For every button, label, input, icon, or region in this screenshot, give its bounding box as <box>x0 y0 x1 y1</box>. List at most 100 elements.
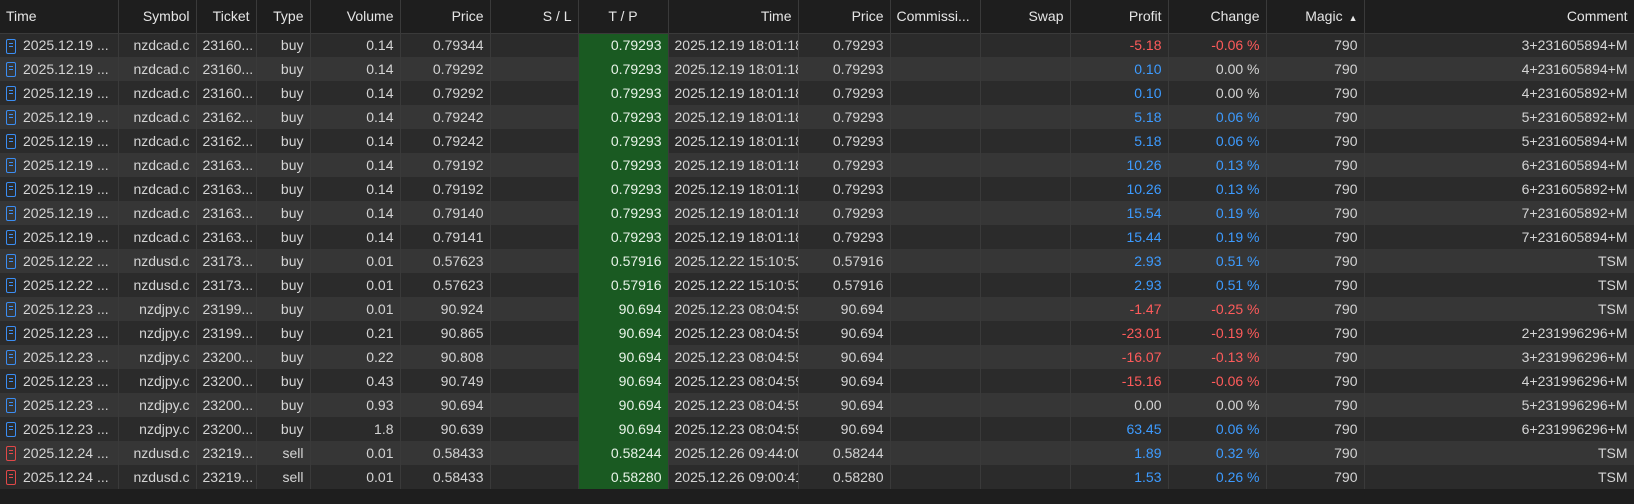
cell-swap <box>980 321 1071 345</box>
cell-close-price-value: 0.58280 <box>832 469 884 485</box>
cell-tp: 0.79293 <box>578 153 669 177</box>
cell-symbol-value: nzdcad.c <box>133 109 190 125</box>
table-row[interactable]: 2025.12.19 ... nzdcad.c 23163... buy 0.14 0.7… <box>0 201 1634 225</box>
table-row[interactable]: 2025.12.19 ... nzdcad.c 23160... buy 0.14 0.7… <box>0 81 1634 105</box>
cell-time-value: 2025.12.19 ... <box>23 36 109 53</box>
cell-comment: 5+231996296+M <box>1364 393 1634 417</box>
header-commission-label: Commissi... <box>896 8 970 25</box>
header-magic[interactable]: Magic ▲ <box>1266 0 1365 34</box>
cell-ticket: 23173... <box>196 249 257 273</box>
table-row[interactable]: 2025.12.23 ... nzdjpy.c 23200... buy 0.93 90.… <box>0 393 1634 417</box>
cell-sl <box>490 273 579 297</box>
cell-type: buy <box>256 153 311 177</box>
cell-close-price: 0.79293 <box>798 225 891 249</box>
cell-commission <box>890 225 981 249</box>
cell-ticket-value: 23162... <box>202 109 254 125</box>
cell-sl <box>490 441 579 465</box>
table-row[interactable]: 2025.12.19 ... nzdcad.c 23163... buy 0.14 0.7… <box>0 225 1634 249</box>
table-row[interactable]: 2025.12.23 ... nzdjpy.c 23199... buy 0.01 90.… <box>0 297 1634 321</box>
header-volume[interactable]: Volume <box>310 0 401 34</box>
header-comment[interactable]: Comment <box>1364 0 1634 34</box>
header-type[interactable]: Type <box>256 0 311 34</box>
cell-symbol: nzdcad.c <box>118 177 197 201</box>
header-type-label: Type <box>273 8 304 25</box>
cell-symbol-value: nzdusd.c <box>133 445 190 461</box>
buy-order-icon <box>6 350 16 366</box>
cell-close-price: 0.79293 <box>798 57 891 81</box>
header-commission[interactable]: Commissi... <box>890 0 981 34</box>
header-price[interactable]: Price <box>400 0 491 34</box>
cell-change: 0.19 % <box>1168 225 1267 249</box>
cell-time: 2025.12.19 ... <box>0 33 119 57</box>
cell-tp-value: 90.694 <box>618 373 662 389</box>
cell-time-value: 2025.12.19 ... <box>23 60 109 77</box>
cell-time-value: 2025.12.24 ... <box>23 468 109 485</box>
table-row[interactable]: 2025.12.19 ... nzdcad.c 23160... buy 0.14 0.7… <box>0 57 1634 81</box>
header-profit[interactable]: Profit <box>1070 0 1169 34</box>
header-time-label: Time <box>6 8 37 25</box>
cell-type: buy <box>256 33 311 57</box>
table-row[interactable]: 2025.12.23 ... nzdjpy.c 23200... buy 0.43 90.… <box>0 369 1634 393</box>
cell-ticket-value: 23162... <box>202 133 254 149</box>
cell-tp: 0.79293 <box>578 201 669 225</box>
table-row[interactable]: 2025.12.24 ... nzdusd.c 23219... sell 0.01 0.… <box>0 465 1634 489</box>
header-close-time[interactable]: Time <box>668 0 799 34</box>
cell-commission <box>890 321 981 345</box>
header-close-price[interactable]: Price <box>798 0 891 34</box>
table-row[interactable]: 2025.12.22 ... nzdusd.c 23173... buy 0.01 0.5… <box>0 249 1634 273</box>
cell-close-price: 90.694 <box>798 393 891 417</box>
table-row[interactable]: 2025.12.19 ... nzdcad.c 23160... buy 0.14 0.7… <box>0 33 1634 57</box>
cell-close-time: 2025.12.19 18:01:18 <box>668 225 799 249</box>
table-row[interactable]: 2025.12.19 ... nzdcad.c 23163... buy 0.14 0.7… <box>0 177 1634 201</box>
cell-ticket: 23160... <box>196 33 257 57</box>
cell-symbol: nzdcad.c <box>118 33 197 57</box>
header-time[interactable]: Time <box>0 0 119 34</box>
cell-tp-value: 0.79293 <box>610 37 662 54</box>
cell-magic: 790 <box>1266 393 1365 417</box>
cell-open-price: 0.58433 <box>400 465 491 489</box>
cell-ticket-value: 23163... <box>202 205 254 221</box>
table-row[interactable]: 2025.12.19 ... nzdcad.c 23163... buy 0.14 0.7… <box>0 153 1634 177</box>
cell-magic: 790 <box>1266 321 1365 345</box>
cell-profit: 1.89 <box>1070 441 1169 465</box>
cell-close-price: 90.694 <box>798 345 891 369</box>
cell-magic-value: 790 <box>1334 397 1358 413</box>
cell-close-time: 2025.12.22 15:10:53 <box>668 249 799 273</box>
cell-type: buy <box>256 369 311 393</box>
cell-type: buy <box>256 417 311 441</box>
cell-swap <box>980 441 1071 465</box>
header-swap[interactable]: Swap <box>980 0 1071 34</box>
cell-commission <box>890 129 981 153</box>
cell-tp-value: 0.58280 <box>610 469 662 485</box>
cell-time: 2025.12.23 ... <box>0 321 119 345</box>
cell-type: buy <box>256 129 311 153</box>
cell-volume: 0.14 <box>310 177 401 201</box>
cell-commission <box>890 81 981 105</box>
header-change[interactable]: Change <box>1168 0 1267 34</box>
cell-open-price: 0.58433 <box>400 441 491 465</box>
cell-change-value: 0.13 % <box>1215 157 1260 173</box>
table-row[interactable]: 2025.12.24 ... nzdusd.c 23219... sell 0.01 0.… <box>0 441 1634 465</box>
cell-open-price-value: 0.79192 <box>432 157 484 173</box>
header-ticket[interactable]: Ticket <box>196 0 257 34</box>
header-sl[interactable]: S / L <box>490 0 579 34</box>
cell-volume: 0.01 <box>310 297 401 321</box>
table-row[interactable]: 2025.12.23 ... nzdjpy.c 23200... buy 1.8 90.6… <box>0 417 1634 441</box>
table-row[interactable]: 2025.12.22 ... nzdusd.c 23173... buy 0.01 0.5… <box>0 273 1634 297</box>
cell-ticket-value: 23173... <box>202 277 254 293</box>
cell-ticket: 23199... <box>196 297 257 321</box>
cell-close-time-value: 2025.12.19 18:01:18 <box>674 85 798 101</box>
cell-comment: 2+231996296+M <box>1364 321 1634 345</box>
cell-comment: TSM <box>1364 441 1634 465</box>
table-row[interactable]: 2025.12.19 ... nzdcad.c 23162... buy 0.14 0.7… <box>0 105 1634 129</box>
cell-comment: TSM <box>1364 273 1634 297</box>
cell-tp: 0.58280 <box>578 465 669 489</box>
cell-change-value: 0.00 % <box>1215 397 1260 413</box>
table-row[interactable]: 2025.12.23 ... nzdjpy.c 23200... buy 0.22 90.… <box>0 345 1634 369</box>
header-symbol[interactable]: Symbol <box>118 0 197 34</box>
cell-commission <box>890 417 981 441</box>
table-row[interactable]: 2025.12.23 ... nzdjpy.c 23199... buy 0.21 90.… <box>0 321 1634 345</box>
header-tp[interactable]: T / P <box>578 0 669 34</box>
cell-volume-value: 0.14 <box>366 181 394 197</box>
table-row[interactable]: 2025.12.19 ... nzdcad.c 23162... buy 0.14 0.7… <box>0 129 1634 153</box>
